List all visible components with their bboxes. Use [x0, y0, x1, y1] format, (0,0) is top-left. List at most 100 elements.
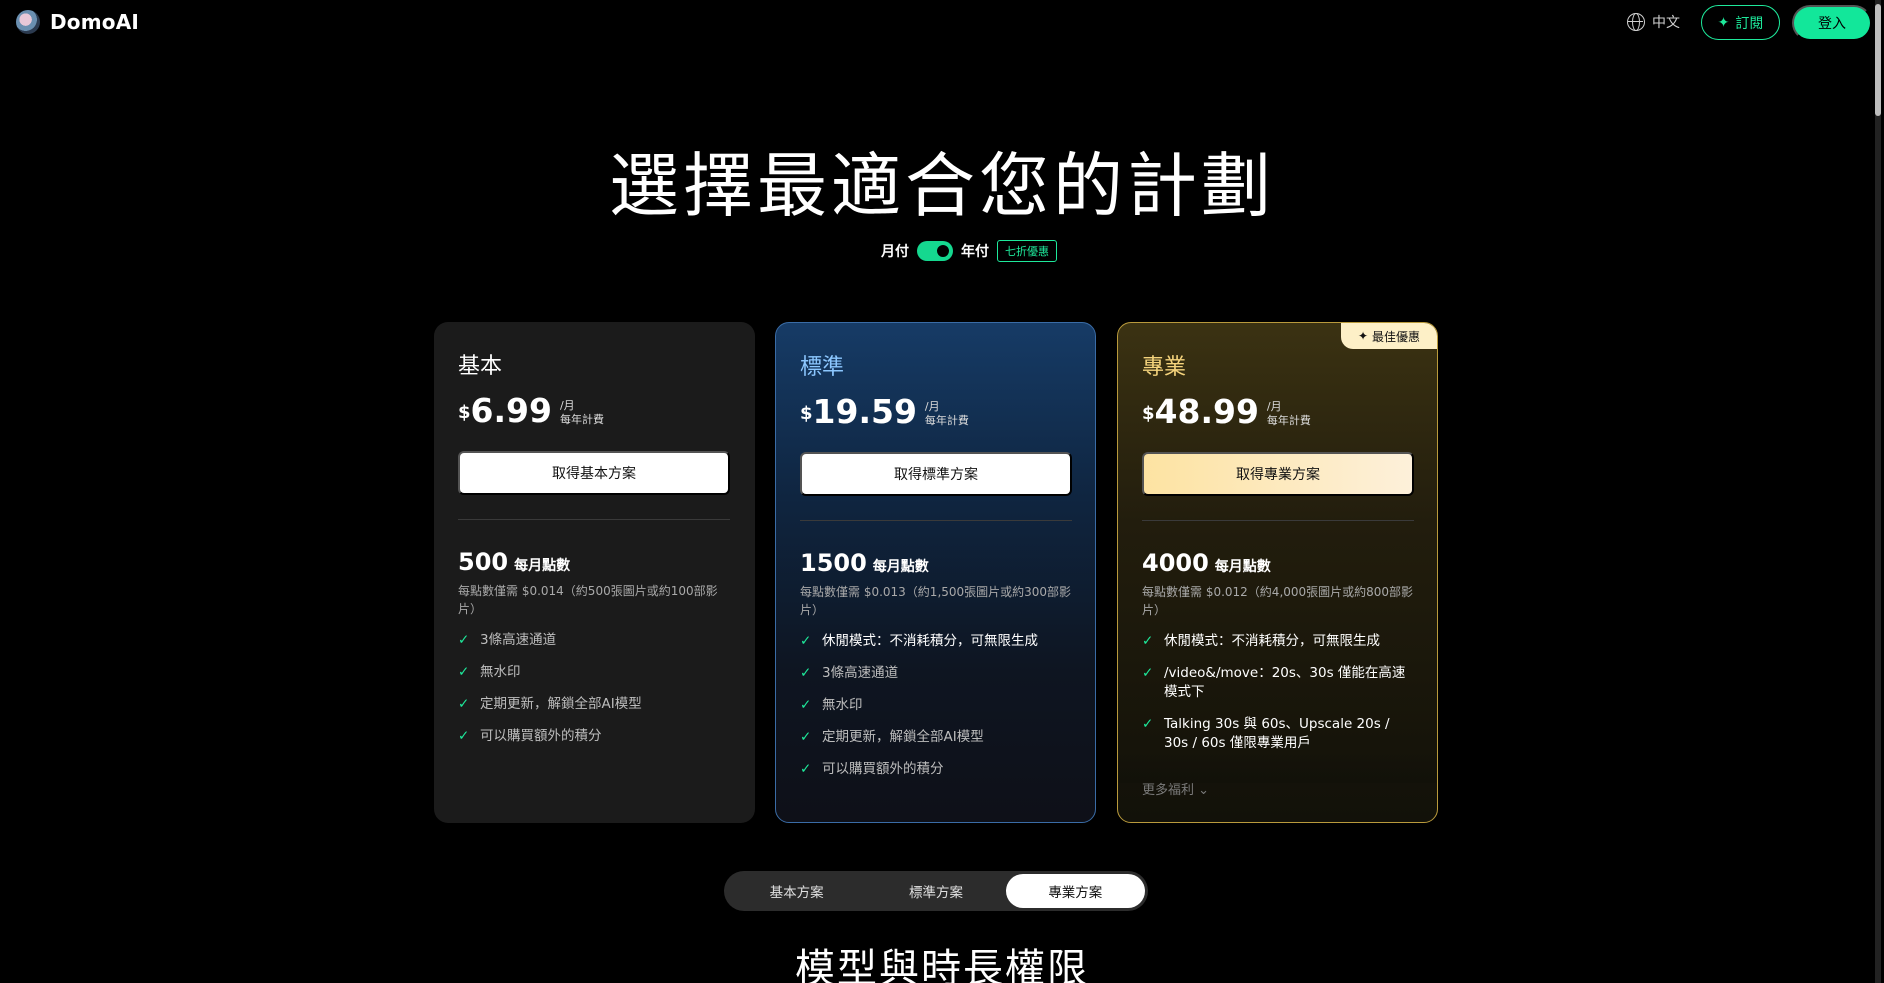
feature-text: /video&/move：20s、30s 僅能在高速模式下	[1164, 665, 1406, 700]
check-icon: ✓	[800, 761, 812, 777]
check-icon: ✓	[800, 697, 812, 713]
section-title: 模型與時長權限	[795, 946, 1089, 983]
feature-text: 可以購買額外的積分	[480, 728, 602, 744]
billing-monthly-label[interactable]: 月付	[881, 241, 909, 261]
feature-item: ✓ 3條高速通道	[800, 664, 1072, 683]
price-amount: 19.59	[812, 392, 917, 431]
check-icon: ✓	[458, 696, 470, 712]
credits-row: 4000 每月點數	[1142, 549, 1413, 577]
login-button[interactable]: 登入	[1792, 5, 1872, 41]
feature-text: 休閒模式：不消耗積分，可無限生成	[1164, 633, 1380, 649]
top-nav: DomoAI 中文 ✦ 訂閱 登入	[0, 0, 1884, 46]
plan-card-pro: ✦ 最佳優惠 專業 $ 48.99 /月 每年計費 取得專業方案 4000 每月點…	[1117, 322, 1438, 823]
discount-badge: 七折優惠	[997, 240, 1057, 262]
tab-basic-plan[interactable]: 基本方案	[727, 874, 866, 908]
feature-text: Talking 30s 與 60s、Upscale 20s / 30s / 60…	[1164, 716, 1390, 751]
best-deal-badge: ✦ 最佳優惠	[1341, 323, 1437, 349]
billing-note: 每年計費	[1266, 414, 1311, 427]
feature-item: ✓ /video&/move：20s、30s 僅能在高速模式下	[1142, 664, 1414, 702]
sparkle-icon: ✦	[1717, 14, 1730, 30]
feature-text: 無水印	[480, 664, 521, 680]
credits-row: 1500 每月點數	[800, 549, 1071, 577]
feature-text: 3條高速通道	[822, 665, 899, 681]
best-deal-label: 最佳優惠	[1372, 329, 1421, 344]
divider	[458, 519, 730, 520]
price-period: /月 每年計費	[1267, 400, 1311, 428]
billing-yearly-label[interactable]: 年付	[961, 241, 989, 261]
credits-amount: 500	[458, 548, 509, 576]
feature-text: 定期更新，解鎖全部AI模型	[822, 729, 984, 745]
credits-note: 每點數僅需 $0.013（約1,500張圖片或約300部影片）	[800, 585, 1072, 617]
chevron-down-icon: ⌄	[1198, 783, 1210, 798]
scrollbar-thumb[interactable]	[1875, 4, 1881, 116]
check-icon: ✓	[458, 632, 470, 648]
currency-symbol: $	[1142, 403, 1155, 424]
feature-item: ✓ 定期更新，解鎖全部AI模型	[800, 728, 1072, 747]
check-icon: ✓	[458, 728, 470, 744]
price-row: $ 48.99 /月 每年計費	[1142, 395, 1413, 428]
feature-text: 無水印	[822, 697, 863, 713]
billing-note: 每年計費	[924, 414, 969, 427]
credits-note: 每點數僅需 $0.014（約500張圖片或約100部影片）	[458, 584, 718, 616]
feature-list: ✓ 休閒模式：不消耗積分，可無限生成 ✓ 3條高速通道 ✓ 無水印 ✓ 定期更新，解鎖全…	[800, 632, 1071, 779]
currency-symbol: $	[458, 402, 471, 423]
plan-name: 標準	[800, 355, 845, 380]
sparkle-icon: ✦	[1357, 329, 1369, 343]
feature-item: ✓ 無水印	[800, 696, 1072, 715]
price-row: $ 19.59 /月 每年計費	[800, 395, 1071, 428]
feature-item: ✓ 可以購買額外的積分	[458, 727, 730, 746]
feature-list: ✓ 休閒模式：不消耗積分，可無限生成 ✓ /video&/move：20s、30s …	[1142, 632, 1413, 753]
credits-note: 每點數僅需 $0.012（約4,000張圖片或約800部影片）	[1142, 585, 1414, 617]
check-icon: ✓	[1142, 716, 1154, 732]
currency-symbol: $	[800, 403, 813, 424]
feature-item: ✓ 可以購買額外的積分	[800, 760, 1072, 779]
billing-toggle[interactable]	[917, 241, 953, 261]
language-label: 中文	[1652, 15, 1680, 31]
check-icon: ✓	[1142, 665, 1154, 681]
check-icon: ✓	[800, 633, 812, 649]
get-pro-plan-button[interactable]: 取得專業方案	[1142, 452, 1414, 496]
credits-label: 每月點數	[1214, 559, 1271, 575]
feature-item: ✓ 3條高速通道	[458, 631, 730, 650]
credits-label: 每月點數	[514, 558, 571, 574]
more-benefits-label: 更多福利	[1142, 783, 1195, 798]
feature-item: ✓ 休閒模式：不消耗積分，可無限生成	[1142, 632, 1414, 651]
feature-item: ✓ 休閒模式：不消耗積分，可無限生成	[800, 632, 1072, 651]
plan-name: 專業	[1142, 355, 1187, 380]
brand-name: DomoAI	[50, 10, 140, 34]
feature-text: 可以購買額外的積分	[822, 761, 944, 777]
per-month: /月	[1266, 400, 1282, 413]
credits-amount: 4000	[1142, 549, 1209, 577]
check-icon: ✓	[800, 665, 812, 681]
plan-card-basic: 基本 $ 6.99 /月 每年計費 取得基本方案 500 每月點數 每點數僅需 $…	[434, 322, 755, 823]
plan-comparison-tabs: 基本方案 標準方案 專業方案	[724, 871, 1148, 911]
divider	[1142, 520, 1414, 521]
per-month: /月	[924, 400, 940, 413]
price-amount: 6.99	[470, 391, 552, 430]
price-row: $ 6.99 /月 每年計費	[458, 394, 731, 427]
billing-note: 每年計費	[559, 413, 604, 426]
feature-item: ✓ 無水印	[458, 663, 730, 682]
domoai-logo-icon	[16, 10, 40, 34]
check-icon: ✓	[800, 729, 812, 745]
feature-text: 定期更新，解鎖全部AI模型	[480, 696, 642, 712]
get-basic-plan-button[interactable]: 取得基本方案	[458, 451, 730, 495]
globe-icon	[1627, 13, 1645, 31]
feature-text: 休閒模式：不消耗積分，可無限生成	[822, 633, 1038, 649]
per-month: /月	[559, 399, 575, 412]
divider	[800, 520, 1072, 521]
credits-row: 500 每月點數	[458, 548, 731, 576]
get-standard-plan-button[interactable]: 取得標準方案	[800, 452, 1072, 496]
tab-standard-plan[interactable]: 標準方案	[866, 874, 1005, 908]
subscribe-label: 訂閱	[1735, 14, 1764, 31]
credits-label: 每月點數	[872, 559, 929, 575]
language-switcher[interactable]: 中文	[1627, 12, 1680, 32]
brand-logo[interactable]: DomoAI	[16, 10, 139, 34]
toggle-knob	[935, 243, 951, 259]
subscribe-button[interactable]: ✦ 訂閱	[1701, 5, 1780, 40]
price-amount: 48.99	[1154, 392, 1259, 431]
billing-toggle-row: 月付 年付 七折優惠	[881, 240, 1057, 262]
plan-card-standard: 標準 $ 19.59 /月 每年計費 取得標準方案 1500 每月點數 每點數僅需…	[775, 322, 1096, 823]
more-benefits-link[interactable]: 更多福利 ⌄	[1142, 779, 1209, 798]
tab-pro-plan[interactable]: 專業方案	[1005, 874, 1145, 908]
